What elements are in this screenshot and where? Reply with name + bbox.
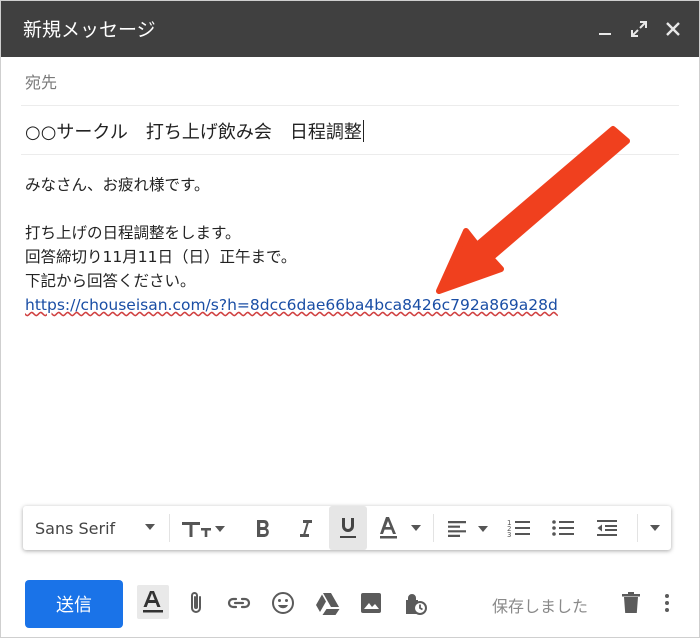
divider bbox=[637, 514, 638, 542]
divider bbox=[169, 514, 170, 542]
align-icon[interactable] bbox=[441, 506, 493, 550]
drive-icon[interactable] bbox=[313, 589, 341, 617]
link-icon[interactable] bbox=[225, 589, 253, 617]
formatting-toolbar: Sans Serif 123 bbox=[23, 506, 671, 550]
underline-icon[interactable] bbox=[329, 506, 367, 550]
photo-icon[interactable] bbox=[357, 589, 385, 617]
chevron-down-icon bbox=[650, 525, 660, 531]
svg-text:3: 3 bbox=[507, 531, 511, 539]
chevron-down-icon bbox=[145, 524, 155, 530]
font-family-select[interactable]: Sans Serif bbox=[23, 506, 163, 550]
more-options-icon[interactable] bbox=[657, 589, 677, 617]
text-color-icon[interactable] bbox=[375, 506, 423, 550]
compose-window: 新規メッセージ 宛先 ○○サークル 打ち上げ飲み会 日程調整 みなさん、お疲れ様… bbox=[0, 0, 700, 638]
confidential-icon[interactable] bbox=[401, 589, 429, 617]
emoji-icon[interactable] bbox=[269, 589, 297, 617]
formatting-toggle-icon[interactable] bbox=[137, 585, 169, 619]
numbered-list-icon[interactable]: 123 bbox=[501, 506, 537, 550]
font-size-icon[interactable] bbox=[177, 506, 227, 550]
attach-icon[interactable] bbox=[183, 589, 211, 617]
bold-icon[interactable] bbox=[249, 506, 277, 550]
trash-icon[interactable] bbox=[617, 589, 645, 617]
italic-icon[interactable] bbox=[291, 506, 319, 550]
divider bbox=[433, 514, 434, 542]
more-formatting-icon[interactable] bbox=[643, 506, 667, 550]
send-button[interactable]: 送信 bbox=[25, 580, 123, 628]
indent-less-icon[interactable] bbox=[589, 506, 625, 550]
saved-status: 保存しました bbox=[492, 597, 589, 616]
font-family-label: Sans Serif bbox=[35, 518, 116, 538]
bulleted-list-icon[interactable] bbox=[545, 506, 581, 550]
